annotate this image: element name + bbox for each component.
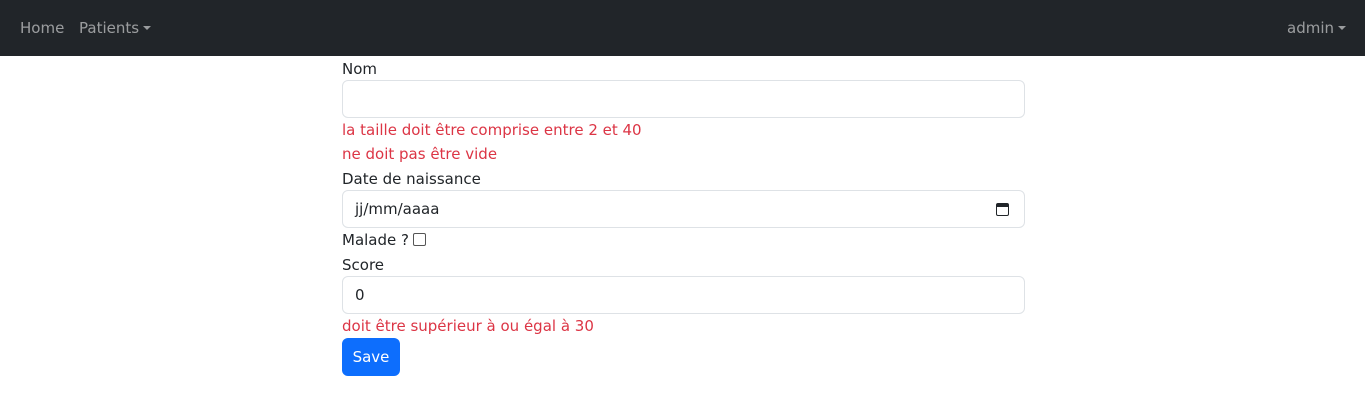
date-placeholder: jj/mm/aaaa bbox=[355, 200, 440, 218]
nom-error-size: la taille doit être comprise entre 2 et … bbox=[342, 121, 642, 139]
nav-home-link[interactable]: Home bbox=[20, 0, 64, 56]
nav-user-label: admin bbox=[1287, 19, 1334, 37]
malade-label: Malade ? bbox=[342, 231, 409, 249]
nom-error-empty: ne doit pas être vide bbox=[342, 145, 498, 163]
malade-checkbox[interactable] bbox=[412, 233, 426, 246]
caret-down-icon bbox=[143, 26, 152, 30]
date-naissance-input[interactable]: jj/mm/aaaa bbox=[342, 190, 1025, 228]
score-label: Score bbox=[342, 256, 385, 274]
top-navbar: Home Patients admin bbox=[0, 0, 1365, 56]
save-button[interactable]: Save bbox=[342, 338, 400, 376]
score-error: doit être supérieur à ou égal à 30 bbox=[342, 317, 594, 335]
nav-patients-label: Patients bbox=[79, 19, 140, 37]
caret-down-icon bbox=[1338, 26, 1346, 30]
nav-patients-dropdown[interactable]: Patients bbox=[79, 0, 152, 56]
date-naissance-label: Date de naissance bbox=[342, 170, 481, 188]
calendar-icon[interactable] bbox=[996, 203, 1009, 216]
nom-label: Nom bbox=[342, 60, 378, 78]
malade-field: Malade ? bbox=[342, 229, 426, 251]
score-input[interactable]: 0 bbox=[342, 276, 1025, 314]
nom-input[interactable] bbox=[342, 80, 1025, 118]
nav-user-dropdown[interactable]: admin bbox=[1287, 0, 1346, 56]
